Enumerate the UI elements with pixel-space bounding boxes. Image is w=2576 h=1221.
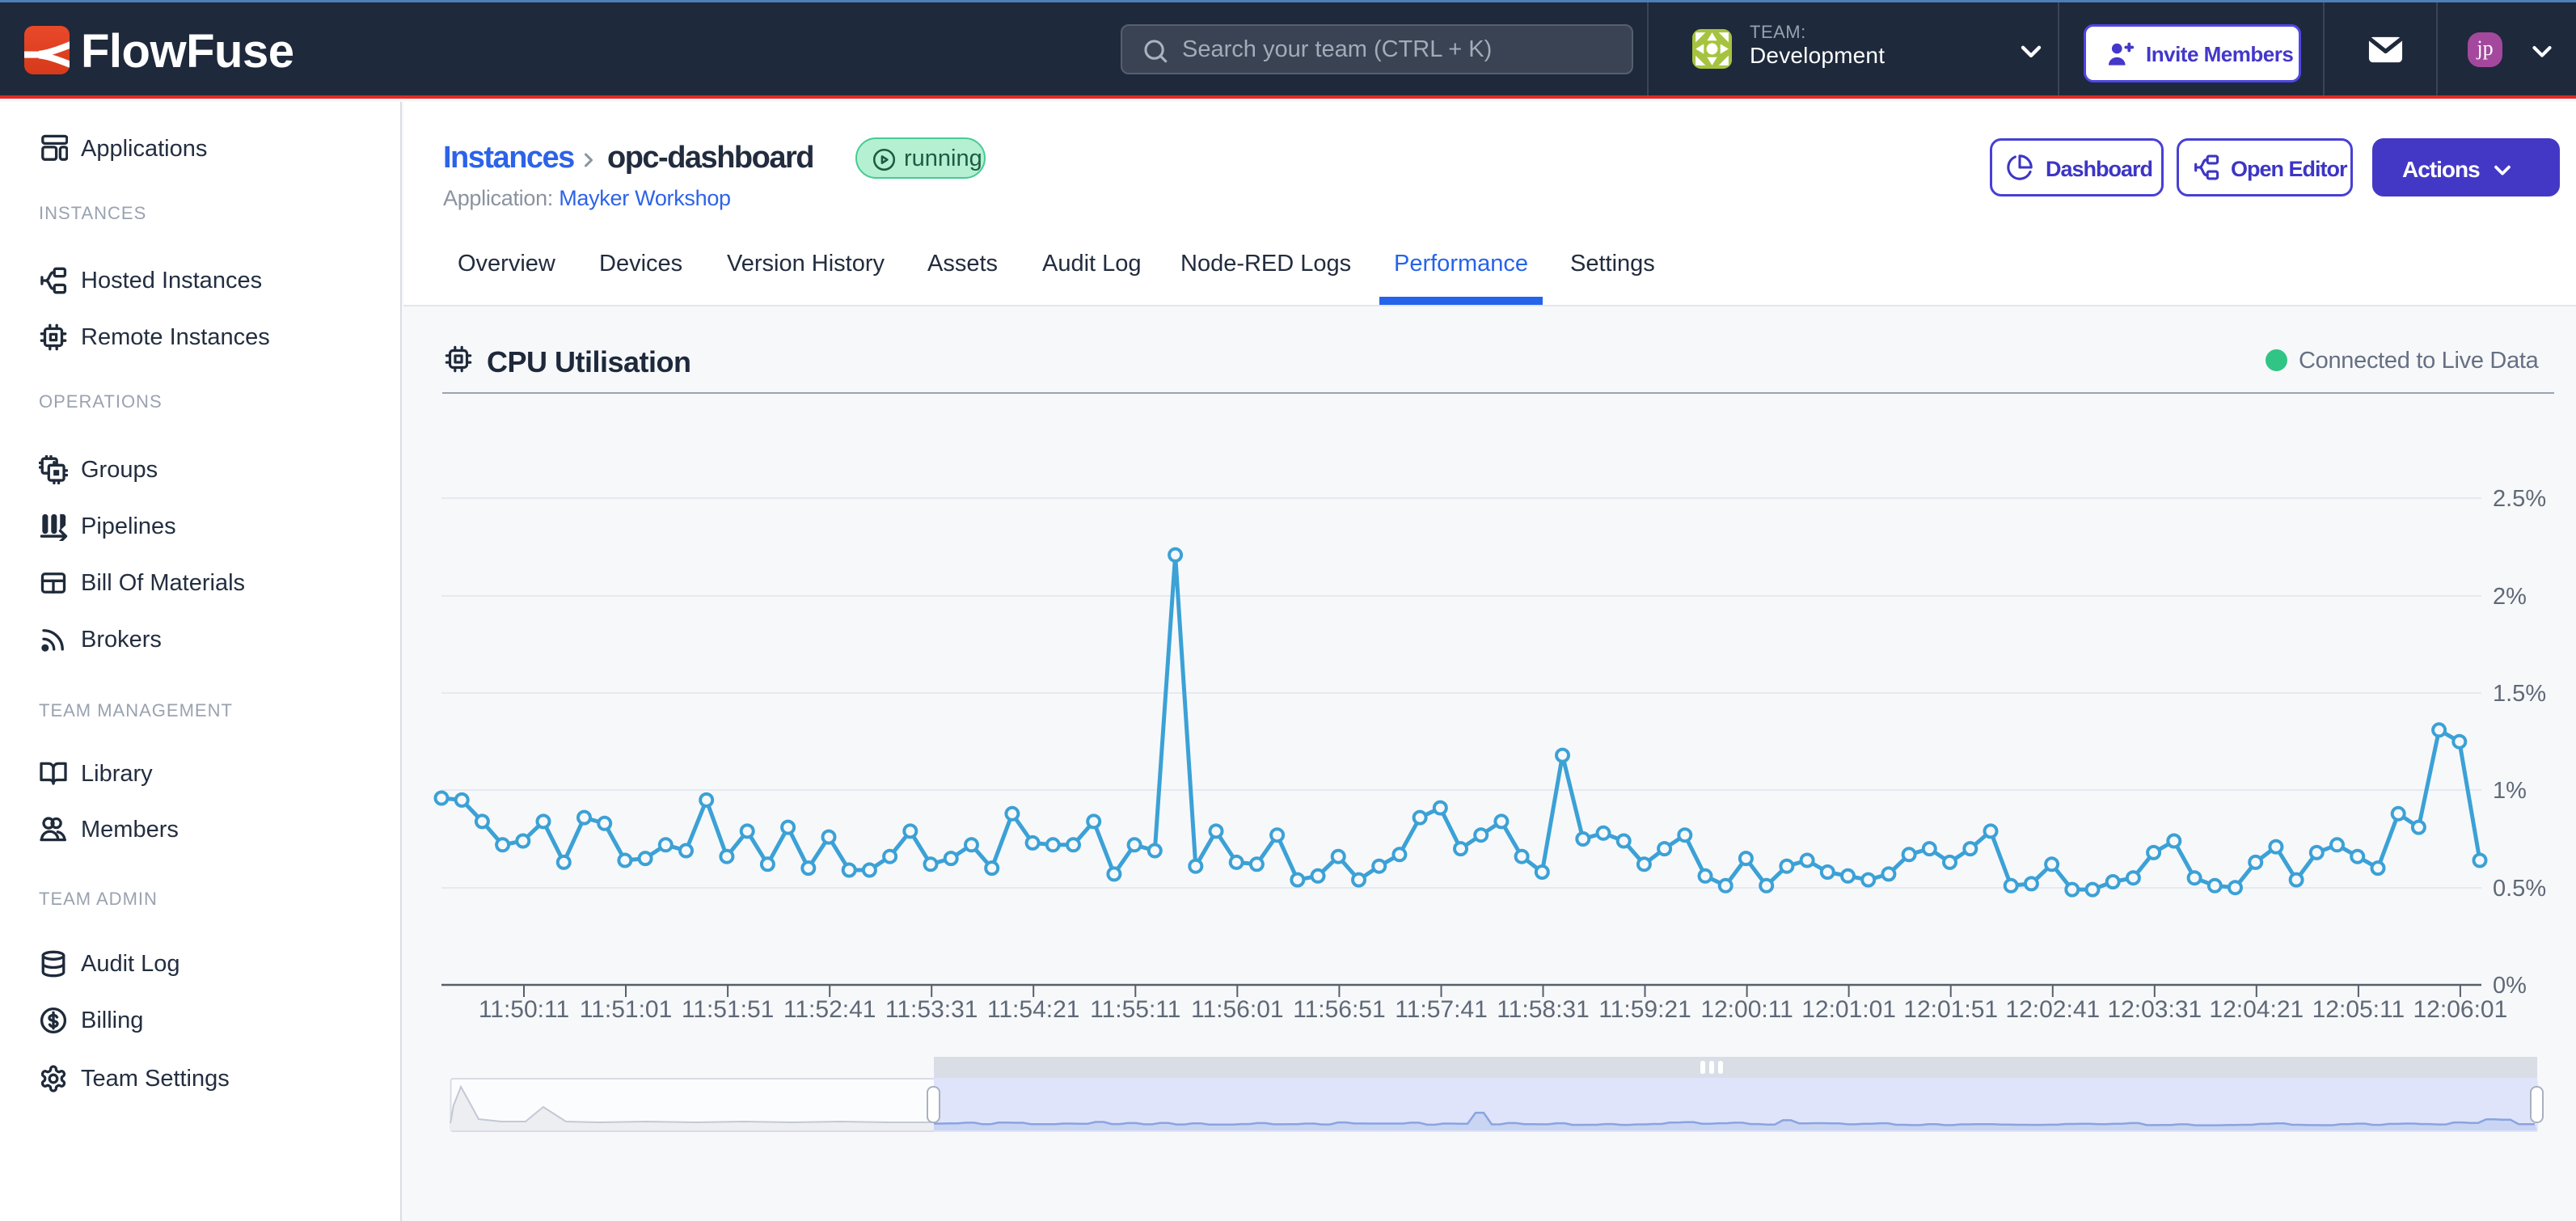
svg-text:11:50:11: 11:50:11 [479,996,569,1023]
svg-text:0%: 0% [2493,973,2527,999]
svg-text:0.5%: 0.5% [2493,876,2546,902]
svg-text:11:57:41: 11:57:41 [1395,996,1488,1023]
svg-text:11:52:41: 11:52:41 [783,996,876,1023]
svg-text:1%: 1% [2493,778,2527,804]
svg-text:11:59:21: 11:59:21 [1598,996,1691,1023]
svg-text:12:00:11: 12:00:11 [1700,996,1793,1023]
svg-text:11:53:31: 11:53:31 [885,996,978,1023]
svg-text:12:02:41: 12:02:41 [2005,996,2100,1023]
svg-text:12:06:01: 12:06:01 [2413,996,2508,1023]
svg-text:12:03:31: 12:03:31 [2107,996,2202,1023]
svg-text:12:01:01: 12:01:01 [1801,996,1896,1023]
svg-text:11:58:31: 11:58:31 [1497,996,1590,1023]
svg-text:12:01:51: 12:01:51 [1903,996,1998,1023]
svg-text:11:55:11: 11:55:11 [1090,996,1180,1023]
svg-text:1.5%: 1.5% [2493,681,2546,707]
svg-text:11:51:01: 11:51:01 [580,996,673,1023]
svg-text:12:05:11: 12:05:11 [2312,996,2405,1023]
svg-text:11:51:51: 11:51:51 [682,996,775,1023]
svg-text:11:54:21: 11:54:21 [987,996,1080,1023]
svg-text:12:04:21: 12:04:21 [2209,996,2304,1023]
svg-text:2%: 2% [2493,584,2527,610]
svg-text:11:56:01: 11:56:01 [1191,996,1284,1023]
svg-text:11:56:51: 11:56:51 [1293,996,1386,1023]
svg-text:2.5%: 2.5% [2493,486,2546,512]
